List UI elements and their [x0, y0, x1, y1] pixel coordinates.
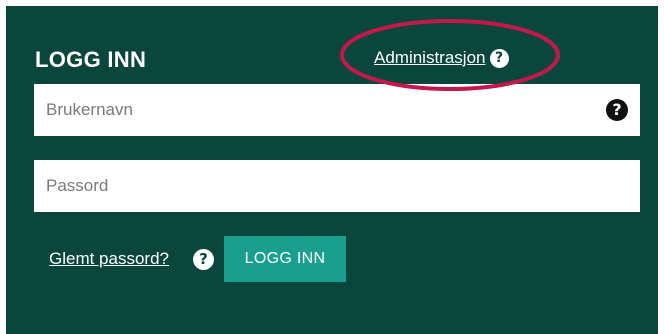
screenshot-stage: LOGG INN Administrasjon ? ? Glemt passor…	[0, 0, 664, 334]
username-input[interactable]	[34, 84, 640, 136]
password-field[interactable]	[34, 160, 640, 212]
administration-link-label: Administrasjon	[374, 48, 486, 67]
login-help-icon[interactable]: ?	[193, 248, 214, 270]
username-help-icon[interactable]: ?	[606, 99, 628, 121]
login-title: LOGG INN	[35, 47, 147, 72]
login-panel: LOGG INN Administrasjon ? ? Glemt passor…	[6, 6, 658, 334]
forgot-password-link[interactable]: Glemt passord?	[49, 249, 169, 269]
username-field[interactable]: ?	[34, 84, 640, 136]
admin-help-icon[interactable]: ?	[489, 48, 509, 68]
login-button[interactable]: LOGG INN	[224, 236, 346, 282]
administration-link[interactable]: Administrasjon ?	[374, 48, 509, 68]
password-input[interactable]	[34, 160, 640, 212]
login-actions-row: Glemt passord? ? LOGG INN	[49, 236, 346, 282]
